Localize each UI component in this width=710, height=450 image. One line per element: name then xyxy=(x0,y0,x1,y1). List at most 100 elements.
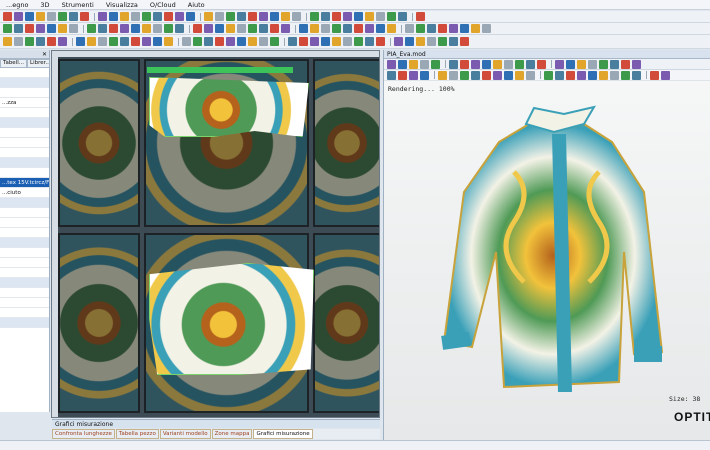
tool-button-icon[interactable] xyxy=(471,24,480,33)
tool-button-icon[interactable] xyxy=(449,37,458,46)
tool-button-icon[interactable] xyxy=(354,37,363,46)
tool-button-icon[interactable] xyxy=(416,37,425,46)
tool-button-icon[interactable] xyxy=(621,70,630,80)
tool-button-icon[interactable] xyxy=(449,59,458,69)
tool-button-icon[interactable] xyxy=(420,59,429,69)
tool-button-icon[interactable] xyxy=(87,37,96,46)
tool-button-icon[interactable] xyxy=(566,70,575,80)
tool-button-icon[interactable] xyxy=(332,24,341,33)
tool-button-icon[interactable] xyxy=(47,37,56,46)
tool-button-icon[interactable] xyxy=(376,37,385,46)
tool-button-icon[interactable] xyxy=(376,24,385,33)
property-row[interactable] xyxy=(0,308,49,318)
tool-button-icon[interactable] xyxy=(376,12,385,21)
tool-button-icon[interactable] xyxy=(555,70,564,80)
tool-button-icon[interactable] xyxy=(577,70,586,80)
tool-button-icon[interactable] xyxy=(332,12,341,21)
tool-button-icon[interactable] xyxy=(460,37,469,46)
tool-button-icon[interactable] xyxy=(493,59,502,69)
tool-button-icon[interactable] xyxy=(259,37,268,46)
tool-button-icon[interactable] xyxy=(164,24,173,33)
tool-button-icon[interactable] xyxy=(515,70,524,80)
tool-button-icon[interactable] xyxy=(555,59,564,69)
tool-button-icon[interactable] xyxy=(270,37,279,46)
tool-button-icon[interactable] xyxy=(449,70,458,80)
tool-button-icon[interactable] xyxy=(387,24,396,33)
tool-button-icon[interactable] xyxy=(58,12,67,21)
tool-button-icon[interactable] xyxy=(387,12,396,21)
tool-button-icon[interactable] xyxy=(164,37,173,46)
tool-button-icon[interactable] xyxy=(409,59,418,69)
tool-button-icon[interactable] xyxy=(321,24,330,33)
property-row[interactable] xyxy=(0,138,49,148)
tool-button-icon[interactable] xyxy=(515,59,524,69)
menu-item-visualizza[interactable]: Visualizza xyxy=(100,0,144,10)
tool-button-icon[interactable] xyxy=(610,59,619,69)
tool-button-icon[interactable] xyxy=(365,37,374,46)
tool-button-icon[interactable] xyxy=(632,59,641,69)
tool-button-icon[interactable] xyxy=(288,37,297,46)
tool-button-icon[interactable] xyxy=(566,59,575,69)
tool-button-icon[interactable] xyxy=(69,12,78,21)
shirt-3d-model[interactable] xyxy=(434,102,684,402)
tool-button-icon[interactable] xyxy=(661,70,670,80)
tool-button-icon[interactable] xyxy=(599,59,608,69)
tool-button-icon[interactable] xyxy=(3,24,12,33)
tool-button-icon[interactable] xyxy=(482,59,491,69)
tool-button-icon[interactable] xyxy=(193,37,202,46)
tab-confronta-lunghezze[interactable]: Confronta lunghezze xyxy=(52,429,115,439)
property-row[interactable] xyxy=(0,318,49,328)
tool-button-icon[interactable] xyxy=(405,24,414,33)
pattern-piece-yoke[interactable] xyxy=(149,77,309,137)
tab-grafici-misurazione[interactable]: Grafici misurazione xyxy=(253,429,313,439)
property-row[interactable]: ...zza xyxy=(0,98,49,108)
tool-button-icon[interactable] xyxy=(292,12,301,21)
tool-button-icon[interactable] xyxy=(109,24,118,33)
tool-button-icon[interactable] xyxy=(14,24,23,33)
tool-button-icon[interactable] xyxy=(427,37,436,46)
tool-button-icon[interactable] xyxy=(47,24,56,33)
tool-button-icon[interactable] xyxy=(398,70,407,80)
tool-button-icon[interactable] xyxy=(142,12,151,21)
tool-button-icon[interactable] xyxy=(142,24,151,33)
tool-button-icon[interactable] xyxy=(387,70,396,80)
tool-button-icon[interactable] xyxy=(482,24,491,33)
tool-button-icon[interactable] xyxy=(25,37,34,46)
tool-button-icon[interactable] xyxy=(36,37,45,46)
property-row[interactable] xyxy=(0,148,49,158)
tool-button-icon[interactable] xyxy=(460,24,469,33)
tool-button-icon[interactable] xyxy=(120,37,129,46)
tool-button-icon[interactable] xyxy=(109,12,118,21)
tool-button-icon[interactable] xyxy=(14,12,23,21)
tool-button-icon[interactable] xyxy=(25,12,34,21)
tab-tabelle[interactable]: Tabell... xyxy=(0,59,27,68)
tool-button-icon[interactable] xyxy=(588,70,597,80)
tool-button-icon[interactable] xyxy=(58,24,67,33)
tool-button-icon[interactable] xyxy=(175,24,184,33)
tool-button-icon[interactable] xyxy=(131,37,140,46)
tool-button-icon[interactable] xyxy=(405,37,414,46)
tool-button-icon[interactable] xyxy=(354,24,363,33)
tool-button-icon[interactable] xyxy=(599,70,608,80)
tool-button-icon[interactable] xyxy=(226,12,235,21)
tool-button-icon[interactable] xyxy=(186,12,195,21)
tool-button-icon[interactable] xyxy=(131,24,140,33)
tool-button-icon[interactable] xyxy=(438,70,447,80)
tool-button-icon[interactable] xyxy=(588,59,597,69)
menu-item-aiuto[interactable]: Aiuto xyxy=(182,0,211,10)
tool-button-icon[interactable] xyxy=(3,37,12,46)
tool-button-icon[interactable] xyxy=(394,37,403,46)
tool-button-icon[interactable] xyxy=(299,37,308,46)
property-row[interactable] xyxy=(0,248,49,258)
tool-button-icon[interactable] xyxy=(460,59,469,69)
tool-button-icon[interactable] xyxy=(343,12,352,21)
tool-button-icon[interactable] xyxy=(281,24,290,33)
tool-button-icon[interactable] xyxy=(420,70,429,80)
tool-button-icon[interactable] xyxy=(504,70,513,80)
menu-item-strumenti[interactable]: Strumenti xyxy=(56,0,100,10)
tool-button-icon[interactable] xyxy=(98,12,107,21)
tool-button-icon[interactable] xyxy=(47,12,56,21)
pattern-canvas[interactable] xyxy=(51,50,380,418)
tool-button-icon[interactable] xyxy=(215,24,224,33)
tool-button-icon[interactable] xyxy=(610,70,619,80)
